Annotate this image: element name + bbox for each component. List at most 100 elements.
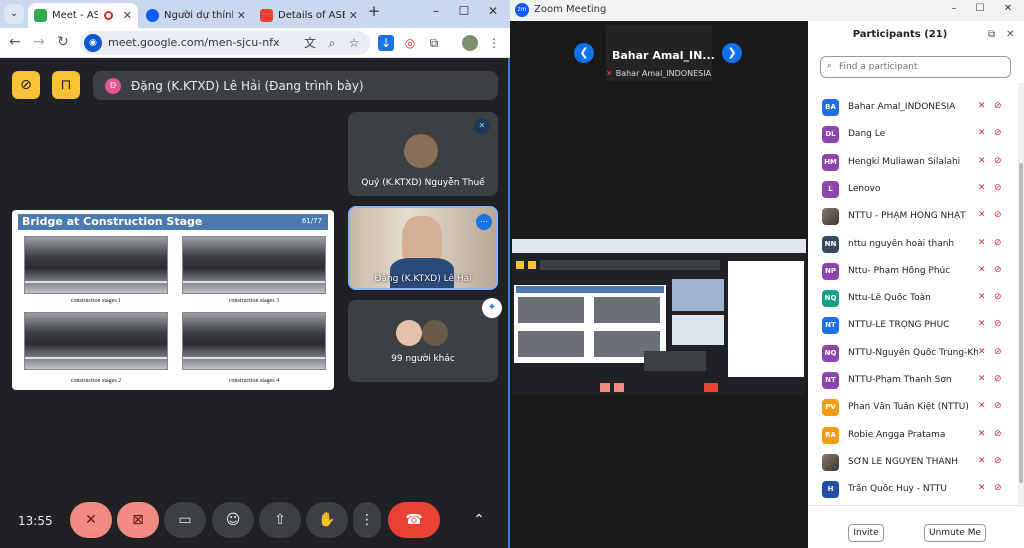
more-options-button[interactable]: ⋮: [353, 502, 381, 538]
zoom-video-area: ❮ Bahar Amal_IN... ❯ ✕ Bahar Amal_INDONES…: [510, 21, 808, 548]
previous-page-icon[interactable]: ❮: [574, 43, 594, 63]
mic-off-button[interactable]: ✕: [70, 502, 112, 538]
sparkle-effects-icon[interactable]: ✦: [482, 298, 502, 318]
participant-row[interactable]: NP Nttu- Phạm Hồng Phúc ✕ ⊘: [808, 259, 1018, 286]
tab-meet[interactable]: Meet - ASEAN ✕: [28, 3, 138, 28]
expand-chevron-icon[interactable]: ⌃: [466, 502, 492, 538]
invite-button[interactable]: Invite: [848, 524, 884, 542]
video-off-icon: ⊘: [994, 401, 1002, 412]
translate-icon[interactable]: 文: [302, 35, 318, 51]
speaker-subtitle-text: Bahar Amal_INDONESIA: [615, 69, 712, 78]
participant-row[interactable]: NN nttu nguyễn hoài thanh ✕ ⊘: [808, 232, 1018, 259]
back-icon[interactable]: ←: [6, 34, 24, 50]
participant-row[interactable]: BA Bahar Amal_INDONESIA ✕ ⊘: [808, 95, 1018, 122]
tab-gmail-details[interactable]: Details of ASEAN ✕: [254, 3, 364, 28]
slide-title: Bridge at Construction Stage: [22, 215, 203, 228]
shared-presenter-bar: [540, 260, 720, 270]
close-panel-icon[interactable]: ✕: [1006, 29, 1014, 40]
captions-button[interactable]: ▭: [164, 502, 206, 538]
maximize-button[interactable]: ☐: [452, 4, 476, 18]
zoom-maximize-button[interactable]: ☐: [970, 3, 990, 14]
raise-hand-button[interactable]: ✋: [306, 502, 348, 538]
participant-avatar: [822, 208, 839, 226]
leave-door-icon[interactable]: ⊓: [52, 71, 80, 99]
tab-search-icon[interactable]: ⌄: [4, 4, 24, 24]
participant-row[interactable]: NT NTTU-Phạm Thanh Sơn ✕ ⊘: [808, 368, 1018, 395]
participant-search-input[interactable]: [839, 60, 1004, 74]
participant-name: NTTU - PHẠM HỒNG NHẬT: [848, 211, 966, 222]
presenter-label: Đặng (K.KTXD) Lê Hải (Đang trình bày): [131, 78, 364, 93]
forward-icon[interactable]: →: [30, 34, 48, 50]
tab-zoom-attendees[interactable]: Người dự thính Sự ✕: [140, 3, 252, 28]
camera-off-button[interactable]: ⊠: [117, 502, 159, 538]
video-off-icon: ⊘: [994, 264, 1002, 275]
participant-row[interactable]: PV Phan Văn Tuấn Kiệt (NTTU) ✕ ⊘: [808, 395, 1018, 422]
participant-row[interactable]: RA Robie Angga Pratama ✕ ⊘: [808, 423, 1018, 450]
scrollbar-thumb[interactable]: [1019, 163, 1023, 483]
zoom-minimize-button[interactable]: –: [944, 3, 964, 14]
participant-avatar: NQ: [822, 344, 839, 362]
participant-list-scrollbar[interactable]: [1018, 83, 1024, 505]
address-bar[interactable]: ◉ meet.google.com/men-sjcu-nfx 文 ⌕ ☆: [80, 31, 370, 55]
close-tab-icon[interactable]: ✕: [349, 9, 358, 22]
participant-name: NTTU-LÊ TRỌNG PHÚC: [848, 320, 950, 331]
search-icon: ⌕: [827, 61, 833, 71]
new-tab-button[interactable]: +: [362, 2, 386, 20]
participant-row[interactable]: NTTU - PHẠM HỒNG NHẬT ✕ ⊘: [808, 204, 1018, 231]
participant-name: SƠN LÊ NGUYỄN THANH: [848, 456, 959, 467]
participant-search[interactable]: ⌕: [820, 56, 1011, 78]
video-off-icon: ⊘: [994, 128, 1002, 139]
others-tile[interactable]: 99 người khác: [348, 300, 498, 382]
extensions-puzzle-icon[interactable]: ⧉: [426, 35, 442, 51]
photo-caption: construction stages 3: [228, 298, 280, 304]
shared-browser-bar: [512, 239, 806, 253]
zoom-close-button[interactable]: ✕: [998, 3, 1018, 14]
meet-stage: ⊘ ⊓ Đ Đặng (K.KTXD) Lê Hải (Đang trình b…: [0, 58, 508, 548]
screen-capture-icon[interactable]: ◎: [402, 35, 418, 51]
menu-kebab-icon[interactable]: ⋮: [486, 35, 502, 51]
muted-mic-icon: ✕: [978, 455, 986, 466]
participant-row[interactable]: HM Hengki Muliawan Silalahi ✕ ⊘: [808, 150, 1018, 177]
unmute-me-button[interactable]: Unmute Me: [924, 524, 986, 542]
participant-row[interactable]: DL Dang Le ✕ ⊘: [808, 122, 1018, 149]
next-page-icon[interactable]: ❯: [722, 43, 742, 63]
active-speaker-tile[interactable]: ⋯ Đặng (K.KTXD) Lê Hải: [348, 206, 498, 290]
profile-avatar-icon[interactable]: [462, 35, 478, 51]
bookmark-star-icon[interactable]: ☆: [346, 35, 362, 51]
participants-panel: Participants (21) ⧉ ✕ ⌕ BA Bahar Amal_IND…: [808, 21, 1024, 548]
participant-avatar: H: [822, 481, 839, 499]
tab-label: Meet - ASEAN: [52, 10, 98, 21]
shared-tile: [672, 279, 724, 311]
extension-icon[interactable]: ↓: [378, 35, 394, 51]
participant-row[interactable]: NT NTTU-LÊ TRỌNG PHÚC ✕ ⊘: [808, 313, 1018, 340]
participant-row[interactable]: L Lenovo ✕ ⊘: [808, 177, 1018, 204]
hide-captions-icon[interactable]: ⊘: [12, 71, 40, 99]
shared-mic-button: [600, 383, 610, 392]
tab-strip: ⌄ Meet - ASEAN ✕ Người dự thính Sự ✕ Det…: [0, 0, 510, 28]
participant-row[interactable]: H Trần Quốc Huy - NTTU ✕ ⊘: [808, 477, 1018, 504]
minimize-button[interactable]: –: [424, 4, 448, 18]
leave-call-button[interactable]: ☎: [388, 502, 440, 538]
muted-mic-icon: ✕: [606, 69, 613, 78]
muted-mic-icon: ✕: [978, 210, 986, 221]
present-screen-button[interactable]: ⇧: [259, 502, 301, 538]
url-text: meet.google.com/men-sjcu-nfx: [108, 36, 280, 49]
zoom-icon[interactable]: ⌕: [324, 35, 340, 51]
participant-row[interactable]: NQ NTTU-Nguyễn Quốc Trung-Khoa...✕ ⊘: [808, 341, 1018, 368]
participant-avatar: [404, 134, 438, 168]
participant-row[interactable]: NQ Nttu-Lê Quốc Toàn ✕ ⊘: [808, 286, 1018, 313]
close-window-button[interactable]: ✕: [481, 4, 505, 18]
participant-tile[interactable]: ✕ Quý (K.KTXD) Nguyễn Thuế: [348, 112, 498, 196]
close-tab-icon[interactable]: ✕: [237, 9, 246, 22]
participants-footer: Invite Unmute Me: [808, 505, 1024, 548]
reload-icon[interactable]: ↻: [54, 34, 72, 50]
participant-row[interactable]: SƠN LÊ NGUYỄN THANH ✕ ⊘: [808, 450, 1018, 477]
site-info-icon[interactable]: ◉: [84, 34, 102, 52]
zoom-logo-icon: zm: [515, 3, 529, 17]
screen-share-view[interactable]: [512, 239, 806, 395]
emoji-reaction-button[interactable]: ☺: [212, 502, 254, 538]
participant-avatar: DL: [822, 126, 839, 144]
close-tab-icon[interactable]: ✕: [123, 9, 132, 22]
popout-icon[interactable]: ⧉: [988, 29, 995, 40]
shared-photo: [594, 297, 660, 323]
